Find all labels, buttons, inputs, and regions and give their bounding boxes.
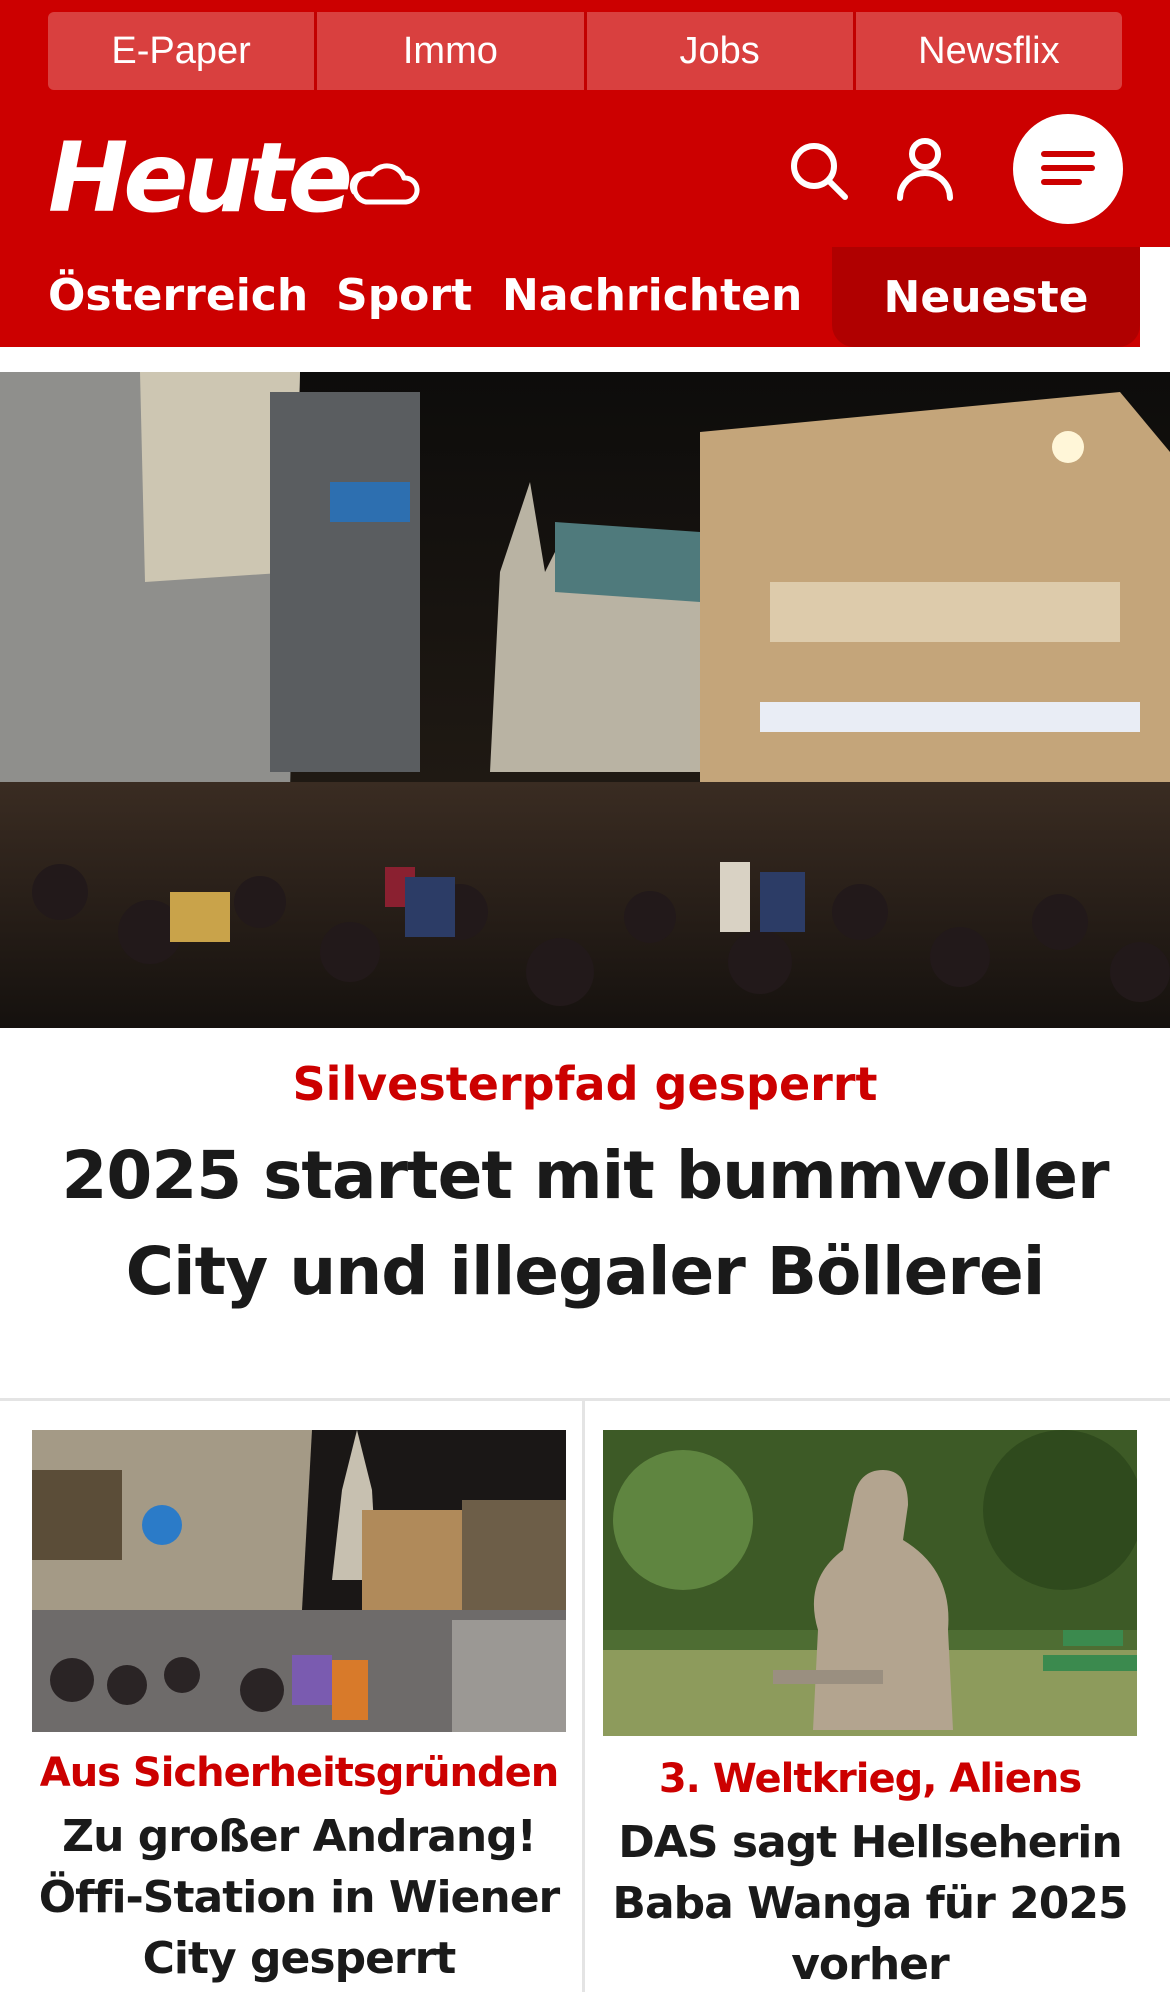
hero-headline[interactable]: 2025 startet mit bummvoller City und ill… [0, 1128, 1170, 1320]
site-logo[interactable]: Heute [48, 128, 353, 228]
teaser-card[interactable]: Aus Sicherheitsgründen Zu großer Andrang… [32, 1430, 566, 1989]
utility-link-epaper[interactable]: E-Paper [48, 12, 318, 90]
nav-edge [1140, 247, 1170, 347]
cloud-weather-icon[interactable] [346, 152, 422, 216]
column-divider [582, 1401, 585, 1992]
section-divider [0, 1398, 1170, 1401]
hamburger-menu-icon [1041, 150, 1095, 189]
teaser-headline[interactable]: Zu großer Andrang! Öffi-Station in Wiene… [32, 1806, 566, 1989]
nav-item-neueste[interactable]: Neueste [832, 247, 1140, 347]
teaser-kicker[interactable]: 3. Weltkrieg, Aliens [603, 1752, 1137, 1806]
search-icon[interactable] [788, 140, 850, 202]
brand-row: Heute [0, 110, 1170, 240]
utility-link-newsflix[interactable]: Newsflix [855, 12, 1122, 90]
teaser-image-station[interactable] [32, 1430, 566, 1732]
nav-item-nachrichten[interactable]: Nachrichten [502, 269, 802, 323]
nav-item-neueste-label: Neueste [883, 271, 1089, 323]
utility-nav: E-Paper Immo Jobs Newsflix [48, 12, 1122, 90]
hero-kicker[interactable]: Silvesterpfad gesperrt [0, 1054, 1170, 1114]
nav-item-oesterreich[interactable]: Österreich [48, 269, 308, 323]
teaser-headline[interactable]: DAS sagt Hellseherin Baba Wanga für 2025… [603, 1812, 1137, 1992]
main-nav: Österreich Sport Nachrichten Neueste [0, 247, 1170, 347]
teaser-image-statue[interactable] [603, 1430, 1137, 1736]
hero-image[interactable] [0, 372, 1170, 1028]
utility-link-jobs[interactable]: Jobs [586, 12, 856, 90]
nav-item-sport[interactable]: Sport [336, 269, 472, 323]
teaser-kicker[interactable]: Aus Sicherheitsgründen [32, 1746, 566, 1800]
utility-link-immo[interactable]: Immo [317, 12, 587, 90]
site-header: E-Paper Immo Jobs Newsflix Heute Österre… [0, 0, 1170, 347]
user-icon[interactable] [895, 136, 955, 202]
teaser-card[interactable]: 3. Weltkrieg, Aliens DAS sagt Hellseheri… [603, 1430, 1137, 1992]
menu-button[interactable] [1013, 114, 1123, 224]
